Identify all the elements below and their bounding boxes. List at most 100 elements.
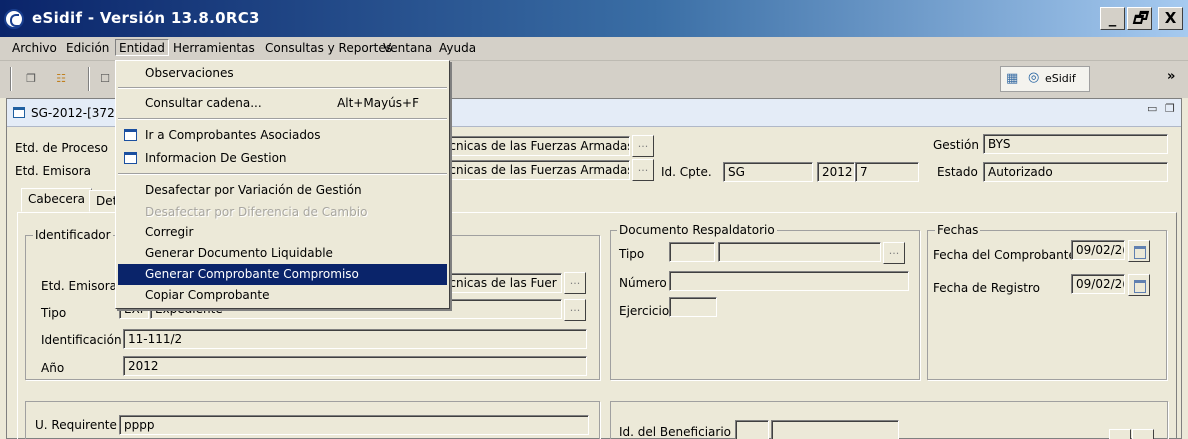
doc-resp-tipo-field[interactable]	[718, 242, 881, 262]
app-icon	[4, 9, 24, 29]
menu-archivo[interactable]: Archivo	[9, 41, 60, 58]
ident-anio-field[interactable]: 2012	[123, 356, 587, 376]
menu-ir-comprobantes-asociados[interactable]: Ir a Comprobantes Asociados	[118, 125, 447, 146]
id-cpte-number-field[interactable]: 7	[855, 162, 919, 182]
beneficiario-detail-button[interactable]	[1132, 429, 1154, 439]
ident-tipo-label: Tipo	[41, 306, 67, 320]
fecha-registro-calendar-icon[interactable]	[1128, 274, 1150, 296]
doc-resp-numero-label: Número	[619, 276, 667, 290]
menu-consultar-cadena-label: Consultar cadena...	[145, 96, 262, 110]
entidad-menu: Observaciones Consultar cadena... Alt+Ma…	[115, 60, 450, 309]
menu-generar-documento-label: Generar Documento Liquidable	[145, 246, 333, 260]
doc-restore-icon[interactable]: ❐	[1165, 102, 1175, 115]
menu-consultar-cadena[interactable]: Consultar cadena... Alt+Mayús+F	[118, 93, 447, 114]
id-cpte-label: Id. Cpte.	[661, 165, 712, 179]
toolbar-separator	[88, 67, 90, 91]
fecha-comprobante-label: Fecha del Comprobante	[933, 248, 1076, 262]
gestion-field[interactable]: BYS	[983, 134, 1168, 154]
menu-ayuda[interactable]: Ayuda	[436, 41, 479, 58]
menu-desafectar-diferencia-label: Desafectar por Diferencia de Cambio	[145, 205, 368, 219]
beneficiario-label: Id. del Beneficiario	[619, 425, 731, 439]
tree-icon[interactable]: ☷	[52, 70, 70, 88]
doc-respaldatorio-title: Documento Respaldatorio	[617, 223, 777, 237]
fechas-title: Fechas	[935, 223, 981, 237]
document-title: SG-2012-[372	[31, 106, 115, 120]
menu-ir-comprobantes-label: Ir a Comprobantes Asociados	[145, 128, 321, 142]
doc-resp-ejercicio-field[interactable]	[669, 297, 717, 317]
estado-field[interactable]: Autorizado	[983, 162, 1168, 182]
beneficiario-action-button[interactable]	[1109, 429, 1131, 439]
fecha-comprobante-calendar-icon[interactable]	[1128, 240, 1150, 262]
menu-herramientas[interactable]: Herramientas	[170, 41, 258, 58]
id-cpte-year-field[interactable]: 2012	[817, 162, 855, 182]
toolbar-overflow-icon[interactable]: »	[1167, 69, 1175, 84]
menu-copiar-comprobante-label: Copiar Comprobante	[145, 288, 270, 302]
menu-separator	[118, 173, 447, 175]
fecha-registro-label: Fecha de Registro	[933, 281, 1040, 295]
globe-icon: ◎	[1028, 70, 1040, 85]
menu-consultar-cadena-shortcut: Alt+Mayús+F	[337, 96, 419, 110]
document-icon	[13, 107, 25, 118]
menu-copiar-comprobante[interactable]: Copiar Comprobante	[118, 285, 447, 306]
fecha-comprobante-field[interactable]: 09/02/2(	[1071, 240, 1125, 260]
beneficiario-field[interactable]	[771, 420, 899, 439]
window-title: eSidif - Versión 13.8.0RC3	[32, 9, 260, 27]
menu-informacion-gestion-label: Informacion De Gestion	[145, 151, 287, 165]
identificador-title: Identificador	[33, 228, 113, 242]
menu-bar: Archivo Edición Entidad Herramientas Con…	[0, 37, 1188, 61]
doc-resp-ejercicio-label: Ejercicio	[619, 304, 670, 318]
menu-desafectar-variacion-label: Desafectar por Variación de Gestión	[145, 183, 362, 197]
menu-generar-comprobante-label: Generar Comprobante Compromiso	[145, 267, 359, 281]
cascade-icon[interactable]: ❐	[22, 70, 40, 88]
close-button[interactable]: X	[1158, 7, 1183, 30]
menu-generar-documento-liquidable[interactable]: Generar Documento Liquidable	[118, 243, 447, 264]
ident-anio-label: Año	[41, 361, 65, 375]
etd-proceso-field[interactable]: écnicas de las Fuerzas Armadas	[437, 136, 630, 156]
ident-etd-emisora-field[interactable]: écnicas de las Fuer	[437, 273, 562, 293]
etd-emisora-field[interactable]: écnicas de las Fuerzas Armadas	[437, 160, 630, 180]
new-document-icon[interactable]: ☐	[96, 70, 114, 88]
menu-consultas-reportes[interactable]: Consultas y Reportes	[262, 41, 395, 58]
ident-identificacion-label: Identificación	[41, 333, 122, 347]
etd-emisora-lookup-button[interactable]: ...	[632, 159, 654, 181]
menu-ventana[interactable]: Ventana	[380, 41, 435, 58]
doc-resp-tipo-label: Tipo	[619, 247, 645, 261]
restore-button[interactable]: 🗗	[1127, 7, 1152, 30]
esidif-box: ▦ ◎ eSidif	[1000, 66, 1090, 92]
title-bar: eSidif - Versión 13.8.0RC3 _ 🗗 X	[0, 0, 1188, 37]
menu-separator	[118, 118, 447, 120]
ident-tipo-lookup-button[interactable]: ...	[564, 299, 586, 321]
menu-observaciones-label: Observaciones	[145, 66, 234, 80]
ident-etd-emisora-label: Etd. Emisora	[41, 279, 118, 293]
grid-icon[interactable]: ▦	[1006, 71, 1022, 87]
requirente-field[interactable]: pppp	[119, 415, 589, 435]
menu-observaciones[interactable]: Observaciones	[118, 63, 447, 84]
menu-corregir[interactable]: Corregir	[118, 222, 447, 243]
window-icon	[124, 152, 137, 164]
menu-generar-comprobante-compromiso[interactable]: Generar Comprobante Compromiso	[118, 264, 447, 285]
menu-separator	[118, 87, 447, 89]
doc-resp-tipo-lookup-button[interactable]: ...	[883, 242, 905, 264]
esidif-label[interactable]: eSidif	[1045, 72, 1076, 85]
menu-informacion-gestion[interactable]: Informacion De Gestion	[118, 148, 447, 169]
minimize-button[interactable]: _	[1100, 7, 1125, 30]
menu-desafectar-variacion[interactable]: Desafectar por Variación de Gestión	[118, 180, 447, 201]
doc-resp-numero-field[interactable]	[669, 271, 909, 291]
tab-cabecera[interactable]: Cabecera	[21, 188, 92, 212]
menu-corregir-label: Corregir	[145, 225, 194, 239]
requirente-label: U. Requirente	[35, 418, 117, 432]
etd-proceso-lookup-button[interactable]: ...	[632, 135, 654, 157]
toolbar-grip	[10, 67, 12, 91]
beneficiario-code-field[interactable]	[735, 420, 769, 439]
menu-entidad[interactable]: Entidad	[115, 39, 169, 56]
id-cpte-tipo-field[interactable]: SG	[723, 162, 813, 182]
doc-resp-tipo-code-field[interactable]	[669, 242, 715, 262]
menu-edicion[interactable]: Edición	[63, 41, 112, 58]
estado-label: Estado	[937, 165, 978, 179]
ident-etd-emisora-lookup-button[interactable]: ...	[564, 272, 586, 294]
etd-proceso-label: Etd. de Proceso	[15, 141, 108, 155]
doc-minimize-icon[interactable]: ▭	[1147, 102, 1157, 115]
ident-identificacion-field[interactable]: 11-111/2	[123, 329, 587, 349]
gestion-label: Gestión	[933, 138, 979, 152]
fecha-registro-field[interactable]: 09/02/2(	[1071, 274, 1125, 294]
